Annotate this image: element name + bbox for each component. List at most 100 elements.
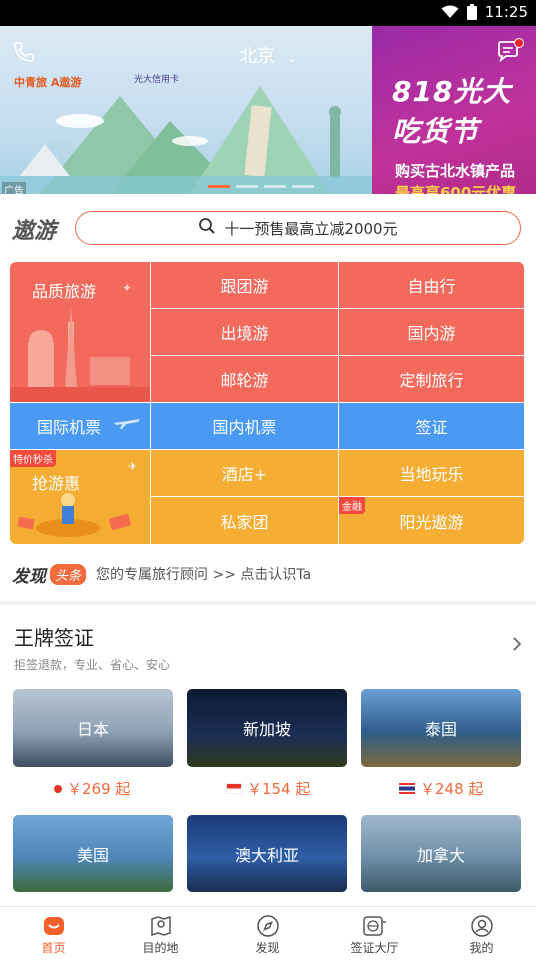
grid-domestic-flight[interactable]: 国内机票 [151, 403, 338, 449]
grid-free-travel-label: 自由行 [407, 277, 456, 296]
globe-card-icon [321, 913, 428, 939]
city-selector[interactable]: 北京 ⌄ [0, 42, 536, 68]
tab-mine[interactable]: 我的 [428, 913, 535, 956]
grid-domestic-label: 国内游 [407, 324, 456, 343]
grid-visa[interactable]: 签证 [339, 403, 524, 449]
category-grid: ✦ 品质旅游 跟团游 自由行 出境游 国内游 邮轮游 定制旅行 国际机票 国内机… [10, 262, 524, 544]
tab-discover-label: 发现 [255, 941, 280, 955]
promo-title: 818光大吃货节 [392, 75, 512, 148]
price-singapore: ￥154 起 [226, 778, 310, 799]
battery-icon [466, 4, 477, 20]
grid-quality-travel[interactable]: ✦ 品质旅游 [10, 262, 150, 402]
city-name: 北京 [239, 46, 276, 67]
banner-indicator-active [208, 185, 230, 188]
grid-private-group[interactable]: 私家团 [151, 497, 338, 544]
price-japan: ￥269 起 [54, 778, 130, 799]
visa-card-japan[interactable]: 日本 [13, 689, 173, 767]
grid-cruise[interactable]: 邮轮游 [151, 356, 338, 402]
visa-card-label: 澳大利亚 [234, 845, 299, 865]
visa-card-singapore[interactable]: 新加坡 [187, 689, 347, 767]
tab-visa-hall-label: 签证大厅 [350, 941, 399, 955]
tab-home[interactable]: 首页 [0, 913, 107, 956]
brand-logo-aoyou: 中青旅 A遨游 [14, 76, 82, 89]
ad-label: 广告 [2, 182, 26, 194]
clock: 11:25 [484, 3, 528, 21]
thailand-flag-icon [399, 783, 415, 794]
plane-icon [112, 413, 142, 435]
grid-hotel[interactable]: 酒店+ [151, 450, 338, 496]
headline-tag: 头条 [50, 563, 87, 585]
promo-line-2: 最高享600元优惠 [395, 184, 517, 194]
status-bar: 11:25 [0, 0, 536, 26]
grid-intl-flight[interactable]: 国际机票 [10, 403, 150, 449]
tab-visa-hall[interactable]: 签证大厅 [321, 913, 428, 956]
discover-headline[interactable]: 发现 头条 您的专属旅行顾问 >> 点击认识Ta [12, 562, 524, 587]
chevron-down-icon: ⌄ [286, 51, 297, 65]
svg-text:✦: ✦ [122, 281, 132, 295]
grid-cruise-label: 邮轮游 [220, 371, 269, 390]
chevron-right-icon[interactable] [512, 636, 522, 656]
brand-logo: 遨游 [12, 219, 57, 244]
grid-domestic-flight-label: 国内机票 [212, 418, 277, 437]
grid-deals-label: 抢游惠 [32, 474, 81, 493]
user-icon [428, 913, 535, 939]
home-icon [0, 913, 107, 939]
banner-indicator [264, 185, 286, 188]
japan-flag-icon [54, 784, 62, 793]
price-text: ￥248 起 [420, 780, 484, 798]
search-placeholder: 十一预售最高立减2000元 [224, 219, 398, 238]
grid-sunshine-label: 阳光遨游 [399, 512, 464, 532]
tab-discover[interactable]: 发现 [214, 913, 321, 956]
visa-card-label: 日本 [76, 720, 109, 739]
promo-banner[interactable]: 818光大吃货节 购买古北水镇产品 最高享600元优惠 北京 ⌄ 中青旅 A遨游… [0, 26, 536, 194]
grid-custom[interactable]: 定制旅行 [339, 356, 524, 402]
banner-indicator [236, 185, 258, 188]
grid-tour-group[interactable]: 跟团游 [151, 262, 338, 308]
singapore-flag-icon [226, 783, 242, 794]
price-thailand: ￥248 起 [399, 778, 483, 799]
grid-custom-label: 定制旅行 [399, 371, 464, 390]
visa-card-label: 新加坡 [242, 720, 291, 739]
tab-destination[interactable]: 目的地 [107, 913, 214, 956]
finance-badge: 金融 [339, 497, 365, 514]
tab-home-label: 首页 [41, 941, 66, 955]
discover-label: 发现 [12, 566, 46, 587]
grid-private-group-label: 私家团 [220, 512, 269, 532]
visa-card-canada[interactable]: 加拿大 [361, 815, 521, 892]
visa-card-usa[interactable]: 美国 [13, 815, 173, 892]
visa-section-subtitle: 拒签退款，专业、省心、安心 [14, 658, 171, 672]
grid-local-fun[interactable]: 当地玩乐 [339, 450, 524, 496]
promo-line-1: 购买古北水镇产品 [395, 162, 516, 180]
price-text: ￥154 起 [247, 780, 311, 798]
map-icon [107, 913, 214, 939]
banner-indicator [292, 185, 314, 188]
grid-intl-flight-label: 国际机票 [36, 418, 101, 437]
flash-sale-badge: 特价秒杀 [10, 450, 56, 467]
section-divider [0, 601, 536, 605]
grid-quality-travel-label: 品质旅游 [32, 282, 97, 301]
visa-card-label: 美国 [76, 845, 109, 865]
grid-tour-group-label: 跟团游 [220, 277, 269, 296]
grid-local-fun-label: 当地玩乐 [399, 465, 464, 484]
visa-section-title: 王牌签证 [14, 626, 94, 650]
visa-card-thailand[interactable]: 泰国 [361, 689, 521, 767]
visa-card-label: 加拿大 [416, 845, 465, 865]
bottom-tab-bar: 首页 目的地 发现 签证大厅 我的 [0, 906, 536, 963]
notification-dot [514, 38, 524, 48]
visa-card-australia[interactable]: 澳大利亚 [187, 815, 347, 892]
price-text: ￥269 起 [67, 780, 131, 798]
tab-mine-label: 我的 [469, 941, 494, 955]
grid-sunshine[interactable]: 金融 阳光遨游 [339, 497, 524, 544]
compass-icon [214, 913, 321, 939]
visa-card-label: 泰国 [424, 720, 457, 739]
brand-logo-cebbank: 光大信用卡 [134, 75, 180, 85]
svg-text:✈: ✈ [128, 460, 137, 473]
grid-outbound[interactable]: 出境游 [151, 309, 338, 355]
grid-hotel-label: 酒店+ [221, 465, 268, 484]
grid-outbound-label: 出境游 [220, 324, 269, 343]
discover-text: 您的专属旅行顾问 >> 点击认识Ta [96, 567, 312, 583]
grid-domestic[interactable]: 国内游 [339, 309, 524, 355]
search-input[interactable]: 十一预售最高立减2000元 [75, 211, 521, 245]
grid-deals[interactable]: ✈ 特价秒杀 抢游惠 [10, 450, 150, 544]
grid-free-travel[interactable]: 自由行 [339, 262, 524, 308]
